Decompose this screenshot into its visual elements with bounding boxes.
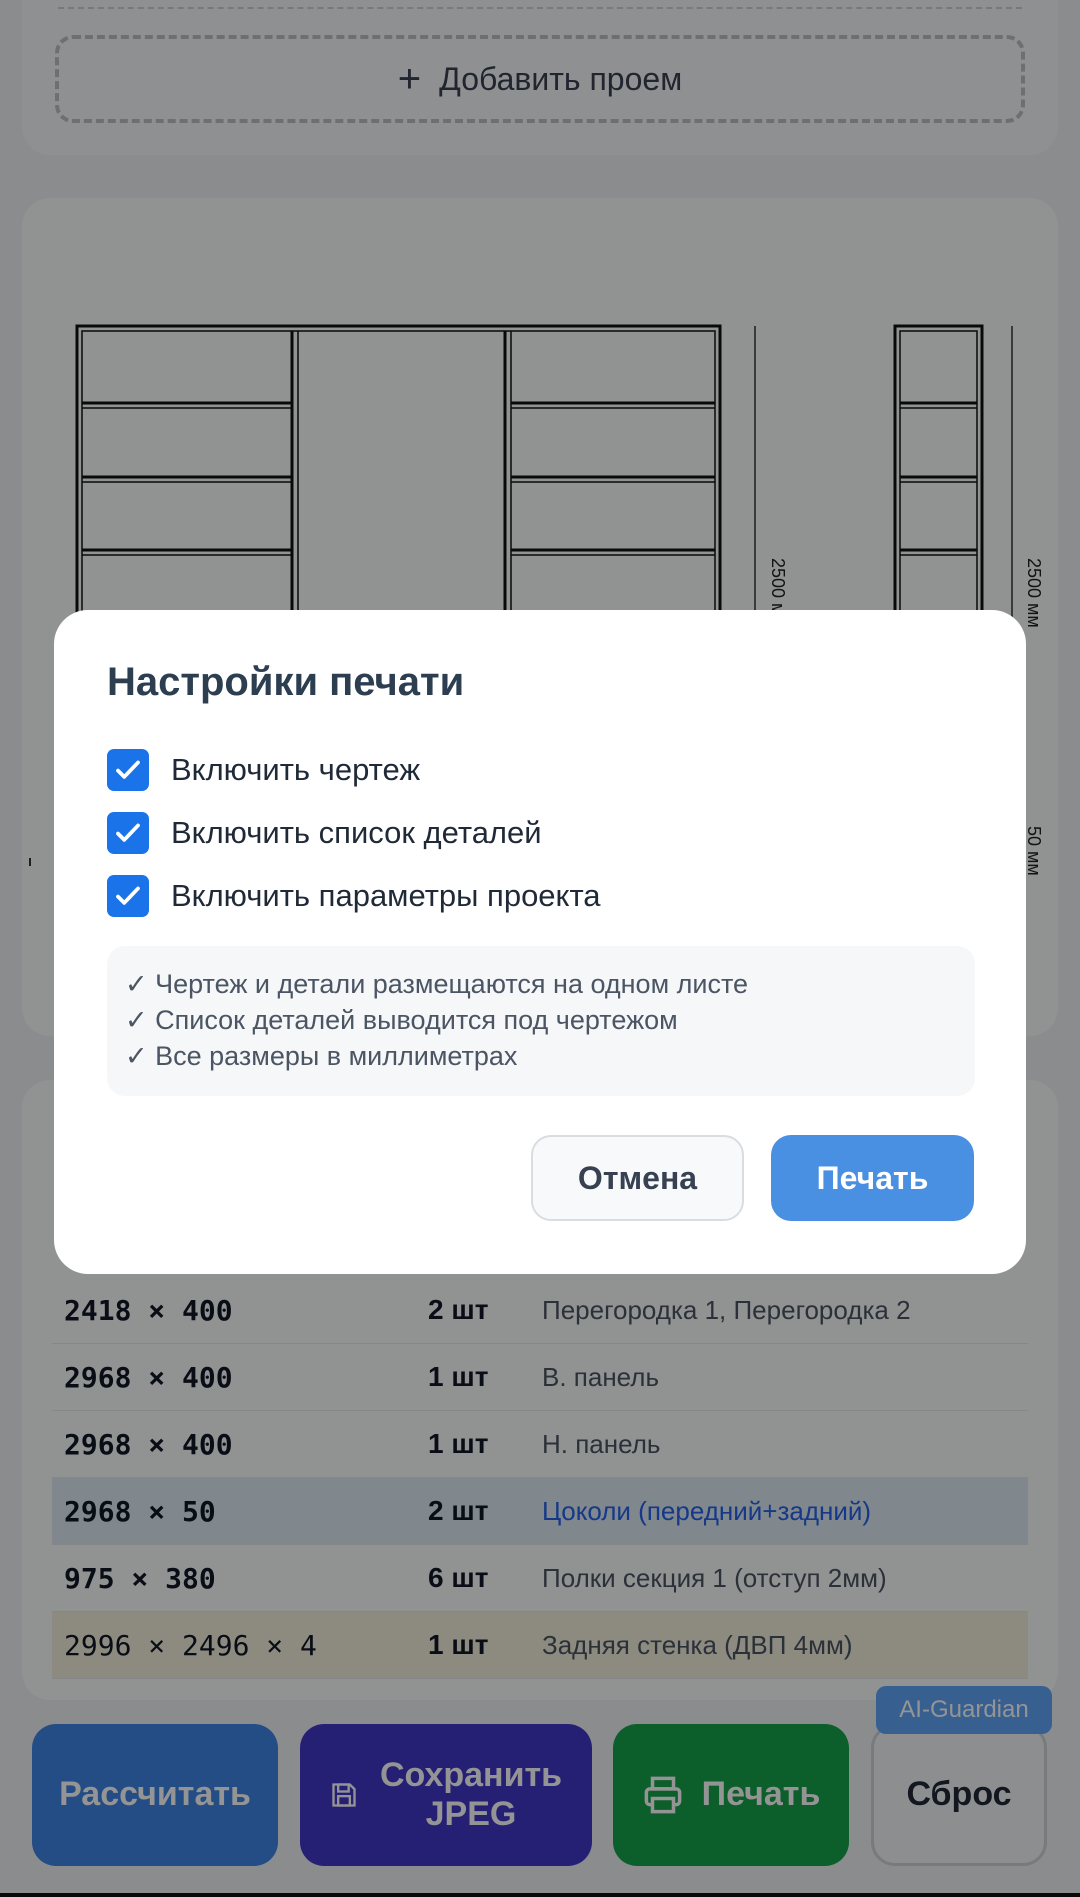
- include-drawing-checkbox[interactable]: [107, 749, 149, 791]
- include-details-option[interactable]: Включить список деталей: [107, 811, 542, 855]
- include-details-label: Включить список деталей: [171, 815, 542, 850]
- print-button[interactable]: Печать: [771, 1135, 974, 1221]
- print-settings-dialog: Настройки печати Включить чертеж Включит…: [54, 610, 1026, 1274]
- include-drawing-label: Включить чертеж: [171, 752, 421, 787]
- info-line: ✓ Все размеры в миллиметрах: [125, 1041, 518, 1071]
- checkmark-icon: [116, 886, 140, 905]
- dialog-title: Настройки печати: [107, 660, 465, 704]
- cancel-button[interactable]: Отмена: [531, 1135, 744, 1221]
- info-line: ✓ Список деталей выводится под чертежом: [125, 1005, 678, 1035]
- include-drawing-option[interactable]: Включить чертеж: [107, 748, 420, 792]
- print-info-box: ✓ Чертеж и детали размещаются на одном л…: [107, 946, 975, 1096]
- include-details-checkbox[interactable]: [107, 812, 149, 854]
- info-line: ✓ Чертеж и детали размещаются на одном л…: [125, 969, 749, 999]
- include-params-label: Включить параметры проекта: [171, 878, 601, 913]
- cancel-label: Отмена: [577, 1159, 698, 1196]
- checkmark-icon: [116, 760, 140, 779]
- print-label: Печать: [816, 1159, 929, 1196]
- include-params-option[interactable]: Включить параметры проекта: [107, 874, 601, 918]
- checkmark-icon: [116, 823, 140, 842]
- include-params-checkbox[interactable]: [107, 875, 149, 917]
